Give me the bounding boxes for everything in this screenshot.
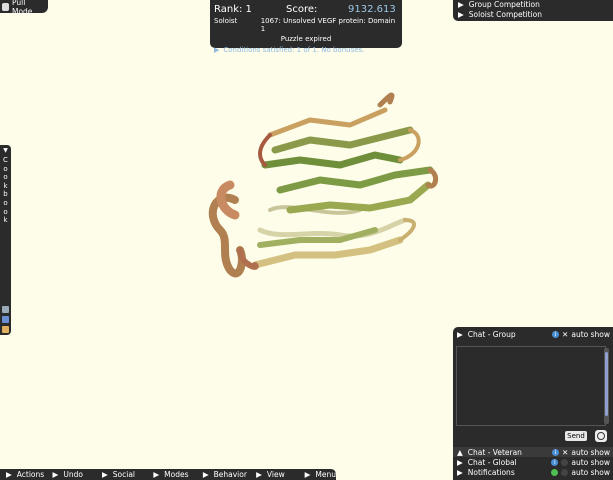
cookbook-letter: o (3, 164, 8, 173)
menu-modes[interactable]: ▶ Modes (147, 470, 196, 479)
menu-label: Undo (63, 470, 83, 479)
cookbook-letter: b (3, 190, 8, 199)
expand-arrow-icon: ▶ (458, 10, 464, 19)
menu-social[interactable]: ▶ Social (96, 470, 147, 479)
menu-undo[interactable]: ▶ Undo (47, 470, 96, 479)
score-label: Score: (286, 3, 318, 15)
chat-panel: ▶ Chat - Group i ✕ auto show Send ▲ Chat… (453, 327, 613, 480)
expand-arrow-icon: ▶ (304, 470, 311, 479)
expand-arrow-icon: ▶ (6, 470, 12, 479)
pull-mode-button[interactable]: Pull Mode (0, 0, 48, 16)
chat-scrollbar[interactable] (604, 348, 609, 424)
cookbook-letter: o (3, 198, 8, 207)
notifications-header[interactable]: ▶ Notifications auto show (453, 467, 613, 477)
toggle-icon[interactable] (561, 458, 569, 466)
cookbook-letter: C (3, 156, 8, 164)
recipe-icon[interactable] (2, 305, 9, 313)
auto-show-label[interactable]: auto show (571, 468, 610, 477)
collapse-arrow-icon[interactable]: ▼ (0, 147, 11, 154)
pull-mode-label: Pull Mode (11, 0, 33, 16)
menu-view[interactable]: ▶ View (250, 470, 298, 479)
close-icon[interactable]: ✕ (562, 330, 568, 339)
bottom-menu-bar: ▶ Actions ▶ Undo ▶ Social ▶ Modes ▶ Behavior … (0, 469, 336, 480)
cookbook-letter: k (3, 181, 8, 190)
chat-global-label: Chat - Global (467, 457, 517, 467)
expand-arrow-icon: ▶ (52, 470, 59, 479)
auto-show-label[interactable]: auto show (571, 330, 610, 339)
clock-icon[interactable] (595, 430, 607, 442)
menu-label: Social (112, 470, 136, 479)
info-icon[interactable]: i (551, 458, 559, 466)
chat-veteran-label: Chat - Veteran (467, 447, 522, 457)
notification-status-icon (551, 468, 559, 476)
protein-model[interactable] (200, 90, 445, 290)
edit-icon[interactable] (2, 315, 9, 323)
auto-show-label[interactable]: auto show (571, 458, 610, 467)
scrollbar-thumb[interactable] (605, 352, 608, 416)
conditions-text: Conditions satisfied: 1 of 1. No bonuses… (223, 46, 365, 54)
chat-group-header[interactable]: ▶ Chat - Group i ✕ auto show (453, 329, 613, 339)
menu-label: Modes (164, 470, 189, 479)
chat-message-area[interactable] (456, 346, 606, 426)
auto-show-label[interactable]: auto show (571, 448, 610, 457)
info-icon[interactable]: i (552, 448, 560, 456)
puzzle-name: 1067: Unsolved VEGF protein: Domain 1 (260, 17, 396, 33)
expand-arrow-icon: ▶ (202, 470, 209, 479)
chat-global-header[interactable]: ▶ Chat - Global i auto show (453, 457, 613, 467)
collapse-arrow-icon: ▲ (457, 447, 463, 457)
close-icon[interactable]: ✕ (562, 448, 568, 457)
menu-actions[interactable]: ▶ Actions (0, 470, 47, 479)
hand-icon (2, 2, 9, 11)
score-value: 9132.613 (348, 3, 396, 15)
soloist-competition-toggle[interactable]: ▶ Soloist Competition (458, 10, 613, 20)
rank-label: Rank: 1 (214, 3, 252, 15)
score-panel: Rank: 1 Score: 9132.613 Soloist 1067: Un… (210, 0, 402, 54)
expand-arrow-icon: ▶ (102, 470, 108, 479)
group-competition-label: Group Competition (468, 0, 540, 9)
expand-arrow-icon: ▶ (458, 0, 464, 9)
cookbook-panel[interactable]: ▼ C o o k b o o k (0, 145, 11, 335)
menu-label: Actions (16, 470, 45, 479)
menu-label: Behavior (213, 470, 247, 479)
expand-arrow-icon: ▶ (457, 457, 463, 467)
expand-arrow-icon: ▶ (256, 470, 262, 479)
toggle-icon[interactable] (561, 468, 569, 476)
cookbook-letter: o (3, 207, 8, 216)
menu-label: Menu (315, 470, 336, 479)
expand-arrow-icon: ▶ (153, 470, 160, 479)
expand-arrow-icon: ▶ (457, 329, 463, 339)
expand-arrow-icon: ▶ (457, 467, 463, 477)
group-competition-toggle[interactable]: ▶ Group Competition (458, 0, 613, 10)
note-icon[interactable] (2, 325, 9, 333)
role-label: Soloist (214, 17, 238, 25)
chat-group-label: Chat - Group (467, 329, 516, 339)
menu-menu[interactable]: ▶ Menu (299, 470, 336, 479)
info-icon[interactable]: i (552, 330, 560, 338)
puzzle-status: Puzzle expired (280, 35, 332, 43)
menu-behavior[interactable]: ▶ Behavior (197, 470, 250, 479)
expand-arrow-icon: ▶ (214, 46, 220, 54)
soloist-competition-label: Soloist Competition (468, 10, 543, 19)
menu-label: View (266, 470, 285, 479)
conditions-toggle[interactable]: ▶ Conditions satisfied: 1 of 1. No bonus… (214, 46, 398, 54)
notifications-label: Notifications (467, 467, 515, 477)
competitions-panel: ▶ Group Competition ▶ Soloist Competitio… (453, 0, 613, 21)
send-button[interactable]: Send (565, 431, 587, 441)
cookbook-letter: o (3, 173, 8, 182)
cookbook-label: C o o k b o o k (0, 156, 11, 225)
cookbook-letter: k (3, 216, 8, 225)
chat-veteran-header[interactable]: ▲ Chat - Veteran i ✕ auto show (453, 447, 613, 457)
